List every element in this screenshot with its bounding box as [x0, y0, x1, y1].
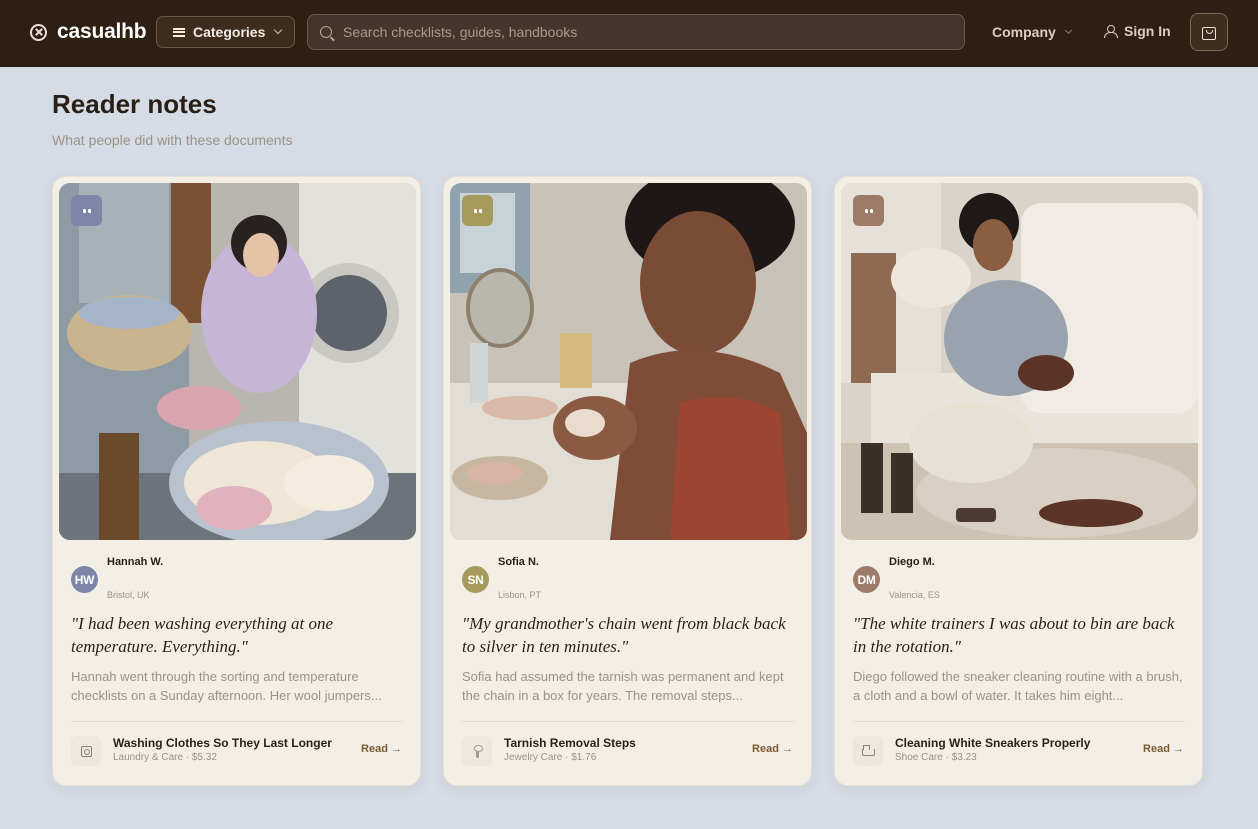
brand-name: casualhb [57, 20, 147, 43]
washing-machine-icon [80, 745, 92, 757]
author-name: Hannah W. [107, 556, 164, 568]
shoe-icon [861, 745, 875, 756]
categories-label: Categories [193, 24, 266, 40]
categories-button[interactable]: Categories [156, 16, 295, 48]
author-name: Diego M. [889, 556, 935, 568]
document-icon [853, 736, 883, 766]
card-photo [841, 183, 1198, 540]
document-icon [71, 736, 101, 766]
card-photo [59, 183, 416, 540]
company-label: Company [992, 24, 1056, 40]
testimonial-card: SN Sofia N. Lisbon, PT "My grandmother's… [443, 176, 812, 786]
document-meta: Shoe Care · $3.23 [895, 752, 977, 763]
author-location: Valencia, ES [889, 590, 940, 600]
testimonial-description: Diego followed the sneaker cleaning rout… [853, 669, 1183, 703]
pendant-icon [473, 744, 483, 758]
quote-badge [462, 195, 493, 226]
read-link[interactable]: Read → [752, 743, 793, 755]
author-location: Lisbon, PT [498, 590, 542, 600]
quote-icon [864, 208, 873, 213]
search-icon [320, 26, 332, 38]
page-title: Reader notes [52, 89, 217, 119]
author-location: Bristol, UK [107, 590, 150, 600]
divider [462, 721, 794, 722]
brand-logo[interactable]: casualhb [30, 20, 147, 44]
avatar: DM [853, 566, 880, 593]
testimonial-card: HW Hannah W. Bristol, UK "I had been was… [52, 176, 421, 786]
document-title-link[interactable]: Tarnish Removal Steps [504, 736, 636, 750]
card-photo [450, 183, 807, 540]
page-subtitle: What people did with these documents [52, 132, 293, 148]
divider [853, 721, 1185, 722]
sneaker-photo [841, 183, 1198, 540]
document-title-link[interactable]: Washing Clothes So They Last Longer [113, 736, 332, 750]
testimonial-description: Sofia had assumed the tarnish was perman… [462, 669, 784, 703]
document-title-link[interactable]: Cleaning White Sneakers Properly [895, 736, 1090, 750]
sign-in-link[interactable]: Sign In [1104, 23, 1171, 39]
cart-button[interactable] [1190, 13, 1228, 51]
document-meta: Jewelry Care · $1.76 [504, 752, 597, 763]
document-icon [462, 736, 492, 766]
read-link[interactable]: Read → [361, 743, 402, 755]
testimonial-quote: "My grandmother's chain went from black … [462, 614, 786, 656]
testimonial-quote: "The white trainers I was about to bin a… [853, 614, 1175, 656]
quote-icon [473, 208, 482, 213]
avatar: SN [462, 566, 489, 593]
search-bar [307, 14, 965, 50]
sign-in-label: Sign In [1124, 23, 1171, 39]
quote-badge [71, 195, 102, 226]
menu-icon [173, 27, 185, 37]
testimonial-card: DM Diego M. Valencia, ES "The white trai… [834, 176, 1203, 786]
testimonial-quote: "I had been washing everything at one te… [71, 614, 334, 656]
company-menu[interactable]: Company [992, 24, 1072, 40]
document-meta: Laundry & Care · $5.32 [113, 752, 217, 763]
search-input[interactable] [343, 24, 923, 40]
top-nav-bar: casualhb Categories Company Sign In [0, 0, 1258, 67]
divider [71, 721, 403, 722]
author-name: Sofia N. [498, 556, 539, 568]
read-link[interactable]: Read → [1143, 743, 1184, 755]
chevron-down-icon [274, 25, 283, 35]
user-icon [1104, 24, 1118, 38]
laundry-photo [59, 183, 416, 540]
quote-icon [82, 208, 91, 213]
testimonial-description: Hannah went through the sorting and temp… [71, 669, 382, 703]
shopping-bag-icon [1202, 26, 1216, 40]
logo-icon [30, 23, 47, 41]
avatar: HW [71, 566, 98, 593]
chevron-down-icon [1064, 26, 1072, 34]
jewelry-photo [450, 183, 807, 540]
quote-badge [853, 195, 884, 226]
